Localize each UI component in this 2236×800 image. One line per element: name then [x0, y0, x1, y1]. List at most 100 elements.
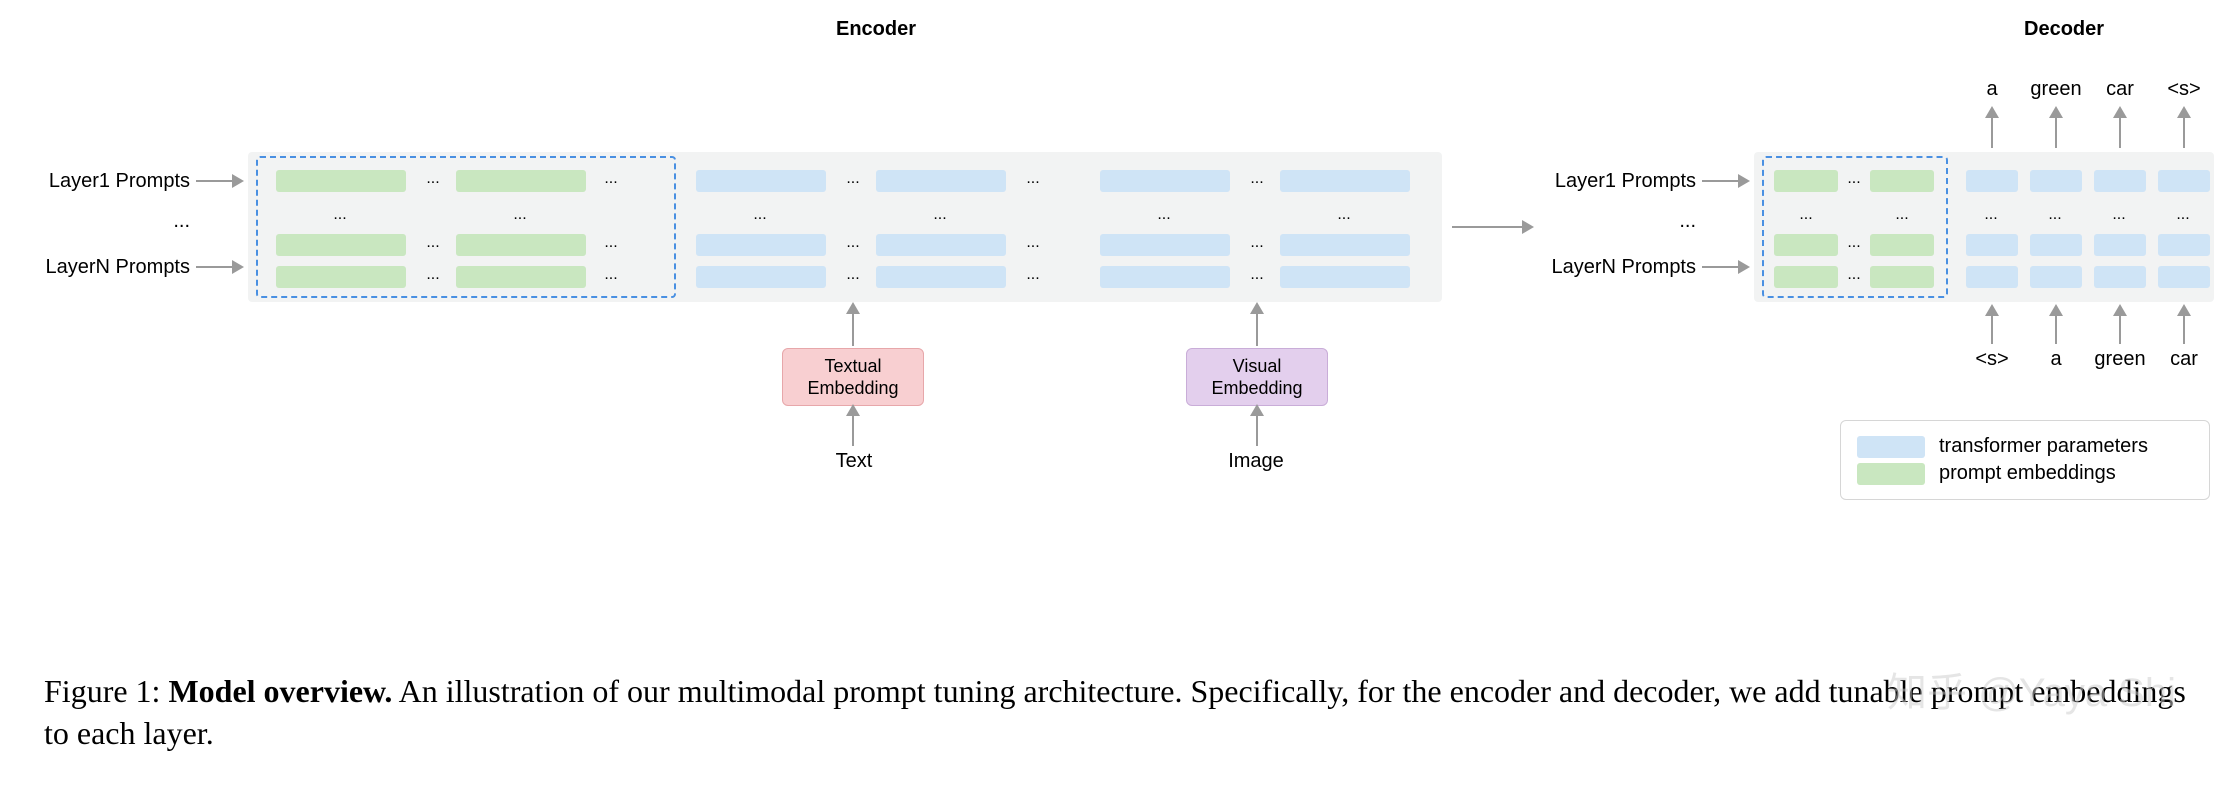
enc-row2-blue-2 — [876, 234, 1006, 256]
enc-mid-dots-5: ... — [1144, 206, 1184, 224]
dec-row2-prompt-2 — [1870, 234, 1934, 256]
enc-row3-prompt-1 — [276, 266, 406, 288]
visual-embedding-line1: Visual — [1233, 356, 1282, 376]
dec-row2-blue-2 — [2030, 234, 2082, 256]
dec-row2-prompt-1 — [1774, 234, 1838, 256]
dec-row1-prompt-2 — [1870, 170, 1934, 192]
watermark: 知乎 @Yaya Shi — [1887, 660, 2176, 718]
enc-row1-gap-dots: ... — [594, 170, 628, 188]
dec-top-arrow-line-2 — [2055, 116, 2057, 148]
dec-row3-blue-4 — [2158, 266, 2210, 288]
caption-figlabel: Figure 1: — [44, 673, 168, 709]
visual-embedding-line2: Embedding — [1211, 378, 1302, 398]
enc-row1-blue-2 — [876, 170, 1006, 192]
dec-row1-blue-3 — [2094, 170, 2146, 192]
enc-row1-prompt-1 — [276, 170, 406, 192]
enc-row3-blue-3 — [1100, 266, 1230, 288]
decoder-label1-arrow-line — [1702, 180, 1738, 182]
encoder-layer-dots: ... — [40, 210, 190, 233]
dec-row1-prompt-dots: ... — [1842, 170, 1866, 188]
encoder-labelN-arrow-line — [196, 266, 232, 268]
dec-row1-prompt-1 — [1774, 170, 1838, 192]
dec-mid-dots-b2: ... — [2040, 206, 2070, 224]
textual-arrow-head-top — [846, 302, 860, 314]
visual-arrow-head-bot — [1250, 404, 1264, 416]
dec-bot-token-2: a — [2026, 348, 2086, 371]
enc-row3-blue-dots1: ... — [836, 266, 870, 284]
enc-mid-dots-4: ... — [920, 206, 960, 224]
enc-row3-blue-dots2: ... — [1016, 266, 1050, 284]
enc-row2-blue-dots3: ... — [1240, 234, 1274, 252]
dec-top-arrow-line-1 — [1991, 116, 1993, 148]
decoder-labelN-arrow-head — [1738, 260, 1750, 274]
legend-row-prompt: prompt embeddings — [1857, 462, 2193, 485]
dec-top-token-2: green — [2026, 78, 2086, 101]
enc-row2-prompt-2 — [456, 234, 586, 256]
textual-embedding-line2: Embedding — [807, 378, 898, 398]
legend-label-transformer: transformer parameters — [1939, 435, 2148, 458]
textual-arrow-line-top — [852, 312, 854, 346]
enc-mid-dots-1: ... — [320, 206, 360, 224]
enc-row1-prompt-dots: ... — [416, 170, 450, 188]
legend-label-prompt: prompt embeddings — [1939, 462, 2116, 485]
dec-row3-blue-3 — [2094, 266, 2146, 288]
encoder-labelN-arrow-head — [232, 260, 244, 274]
enc-row2-blue-1 — [696, 234, 826, 256]
dec-top-arrow-head-4 — [2177, 106, 2191, 118]
visual-arrow-line-top — [1256, 312, 1258, 346]
enc-row1-blue-1 — [696, 170, 826, 192]
dec-top-arrow-head-2 — [2049, 106, 2063, 118]
enc-row1-blue-dots3: ... — [1240, 170, 1274, 188]
decoder-title: Decoder — [2024, 18, 2104, 41]
visual-arrow-head-top — [1250, 302, 1264, 314]
dec-row2-blue-4 — [2158, 234, 2210, 256]
caption-bold: Model overview. — [168, 673, 392, 709]
dec-bot-arrow-line-1 — [1991, 314, 1993, 344]
dec-mid-dots-b3: ... — [2104, 206, 2134, 224]
encoder-label1-arrow-head — [232, 174, 244, 188]
dec-row2-blue-1 — [1966, 234, 2018, 256]
enc-row1-blue-3 — [1100, 170, 1230, 192]
dec-row3-blue-1 — [1966, 266, 2018, 288]
visual-embedding-box: Visual Embedding — [1186, 348, 1328, 406]
textual-embedding-line1: Textual — [824, 356, 881, 376]
enc-row3-blue-2 — [876, 266, 1006, 288]
enc-row3-gap-dots: ... — [594, 266, 628, 284]
textual-arrow-head-bot — [846, 404, 860, 416]
textual-embedding-box: Textual Embedding — [782, 348, 924, 406]
dec-bot-arrow-head-1 — [1985, 304, 1999, 316]
enc-row2-prompt-dots: ... — [416, 234, 450, 252]
enc-row3-blue-1 — [696, 266, 826, 288]
enc-row1-blue-4 — [1280, 170, 1410, 192]
dec-row3-prompt-2 — [1870, 266, 1934, 288]
decoder-layer1-label: Layer1 Prompts — [1546, 170, 1696, 193]
enc-row3-prompt-2 — [456, 266, 586, 288]
decoder-label1-arrow-head — [1738, 174, 1750, 188]
dec-bot-token-1: <s> — [1962, 348, 2022, 371]
dec-bot-token-4: car — [2154, 348, 2214, 371]
enc-row2-blue-dots1: ... — [836, 234, 870, 252]
encoder-layer1-label: Layer1 Prompts — [40, 170, 190, 193]
enc-mid-dots-6: ... — [1324, 206, 1364, 224]
textual-arrow-line-bot — [852, 412, 854, 446]
dec-mid-dots-b4: ... — [2168, 206, 2198, 224]
dec-bot-arrow-head-2 — [2049, 304, 2063, 316]
decoder-layer-dots: ... — [1546, 210, 1696, 233]
dec-top-token-3: car — [2090, 78, 2150, 101]
dec-mid-dots-b1: ... — [1976, 206, 2006, 224]
enc-row2-gap-dots: ... — [594, 234, 628, 252]
visual-arrow-line-bot — [1256, 412, 1258, 446]
dec-mid-dots-p1: ... — [1792, 206, 1820, 224]
enc-dec-arrow-head — [1522, 220, 1534, 234]
encoder-layerN-label: LayerN Prompts — [40, 256, 190, 279]
enc-row1-prompt-2 — [456, 170, 586, 192]
enc-row2-prompt-1 — [276, 234, 406, 256]
dec-bot-token-3: green — [2090, 348, 2150, 371]
dec-row1-blue-2 — [2030, 170, 2082, 192]
dec-row3-prompt-dots: ... — [1842, 266, 1866, 284]
enc-row1-blue-dots1: ... — [836, 170, 870, 188]
enc-row2-blue-dots2: ... — [1016, 234, 1050, 252]
dec-bot-arrow-head-4 — [2177, 304, 2191, 316]
legend-row-transformer: transformer parameters — [1857, 435, 2193, 458]
dec-top-arrow-line-4 — [2183, 116, 2185, 148]
